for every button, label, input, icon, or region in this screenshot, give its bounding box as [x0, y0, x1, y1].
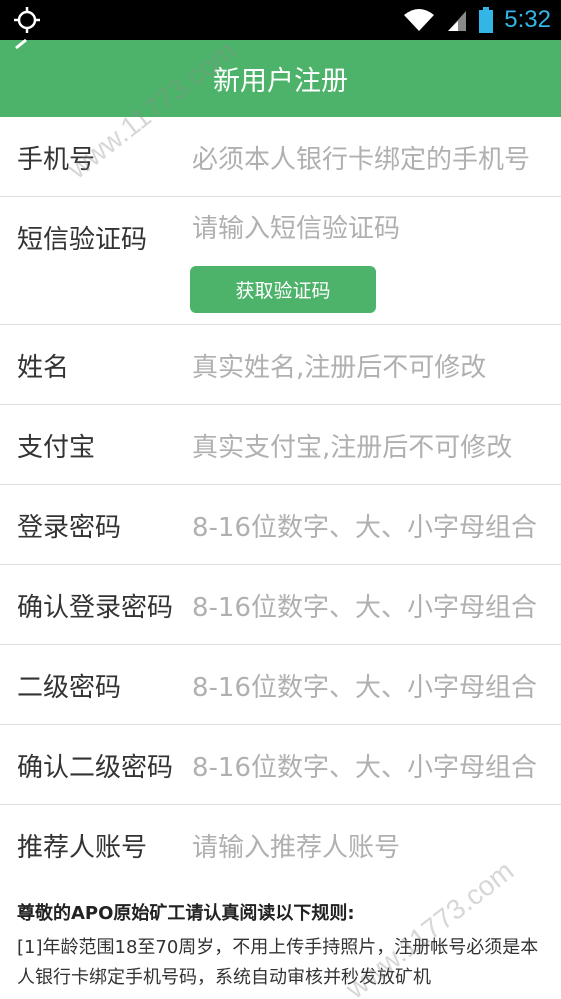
wifi-icon [404, 9, 435, 31]
sms-code-row: 短信验证码 请输入短信验证码 获取验证码 [0, 197, 561, 325]
secondary-password-row: 二级密码 8-16位数字、大、小字母组合 [0, 645, 561, 725]
confirm-secondary-password-input[interactable]: 8-16位数字、大、小字母组合 [192, 725, 552, 805]
gps-icon [14, 7, 40, 33]
sms-code-label: 短信验证码 [17, 224, 148, 255]
name-row: 姓名 真实姓名,注册后不可修改 [0, 325, 561, 405]
phone-row: 手机号 必须本人银行卡绑定的手机号 [0, 117, 561, 197]
page-title: 新用户注册 [213, 66, 348, 96]
status-bar: 5:32 [0, 0, 561, 40]
referrer-row: 推荐人账号 请输入推荐人账号 [0, 805, 561, 885]
sms-code-input[interactable]: 请输入短信验证码 [192, 197, 552, 245]
app-bar: 新用户注册 [0, 38, 561, 117]
registration-form: 手机号 必须本人银行卡绑定的手机号 短信验证码 请输入短信验证码 获取验证码 姓… [0, 117, 561, 885]
confirm-secondary-password-label: 确认二级密码 [17, 752, 174, 783]
alipay-row: 支付宝 真实支付宝,注册后不可修改 [0, 405, 561, 485]
rules-title: 尊敬的APO原始矿工请认真阅读以下规则: [17, 903, 355, 924]
battery-icon [479, 7, 494, 33]
confirm-secondary-password-row: 确认二级密码 8-16位数字、大、小字母组合 [0, 725, 561, 805]
login-password-input[interactable]: 8-16位数字、大、小字母组合 [192, 485, 552, 565]
alipay-label: 支付宝 [17, 432, 96, 463]
secondary-password-input[interactable]: 8-16位数字、大、小字母组合 [192, 645, 552, 725]
confirm-login-password-label: 确认登录密码 [17, 592, 174, 623]
referrer-label: 推荐人账号 [17, 832, 148, 863]
rules-section: 尊敬的APO原始矿工请认真阅读以下规则: [1]年龄范围18至70周岁，不用上传… [0, 883, 561, 999]
signal-icon [448, 11, 467, 31]
confirm-login-password-input[interactable]: 8-16位数字、大、小字母组合 [192, 565, 552, 645]
phone-label: 手机号 [17, 144, 96, 175]
name-label: 姓名 [17, 352, 70, 383]
get-code-button[interactable]: 获取验证码 [190, 266, 376, 313]
status-time: 5:32 [504, 6, 551, 33]
name-input[interactable]: 真实姓名,注册后不可修改 [192, 325, 552, 405]
phone-input[interactable]: 必须本人银行卡绑定的手机号 [192, 117, 552, 197]
status-icons: 5:32 [402, 0, 551, 40]
rules-body: [1]年龄范围18至70周岁，不用上传手持照片，注册帐号必须是本人银行卡绑定手机… [17, 937, 539, 988]
secondary-password-label: 二级密码 [17, 672, 122, 703]
alipay-input[interactable]: 真实支付宝,注册后不可修改 [192, 405, 552, 485]
login-password-label: 登录密码 [17, 512, 122, 543]
confirm-login-password-row: 确认登录密码 8-16位数字、大、小字母组合 [0, 565, 561, 645]
login-password-row: 登录密码 8-16位数字、大、小字母组合 [0, 485, 561, 565]
referrer-input[interactable]: 请输入推荐人账号 [192, 805, 552, 885]
